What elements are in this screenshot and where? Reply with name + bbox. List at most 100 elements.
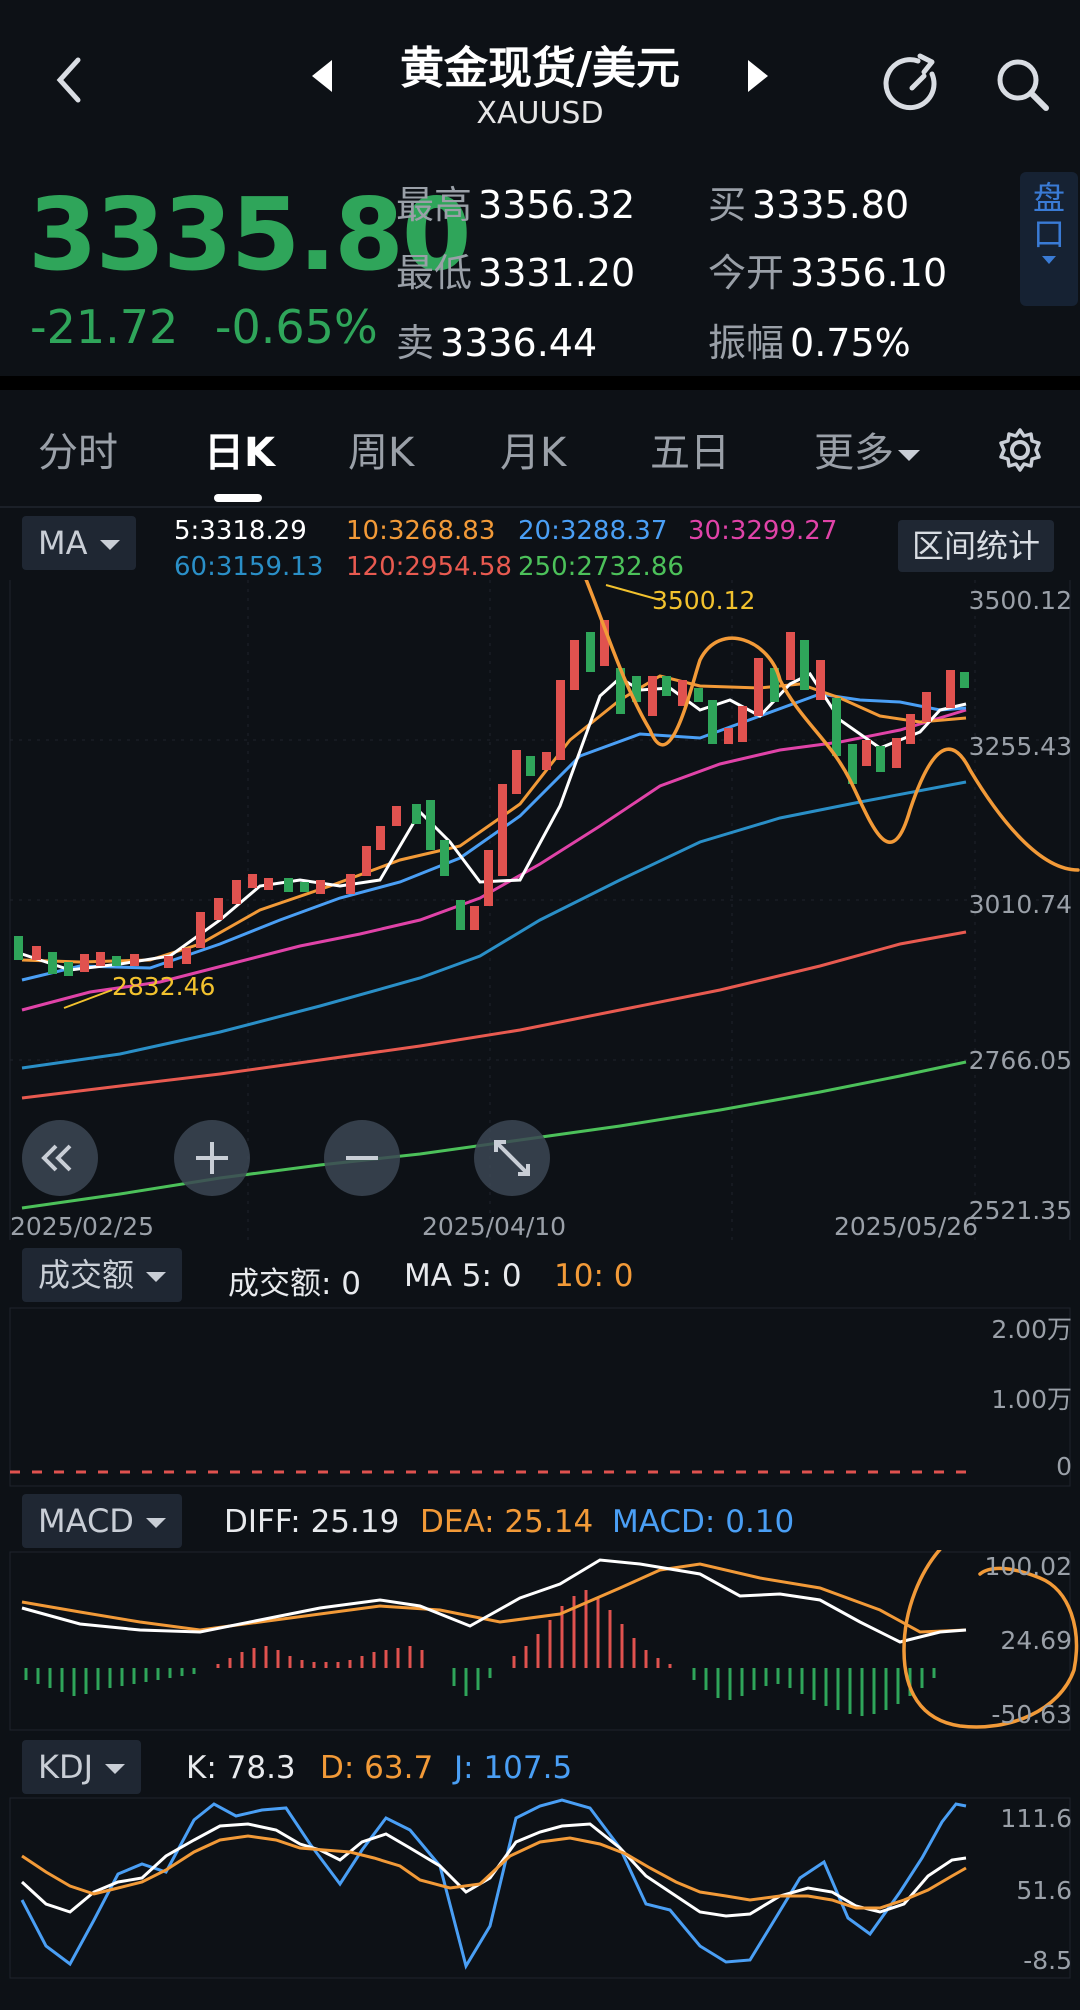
period-low-label: 2832.46	[112, 972, 216, 1001]
next-symbol-icon[interactable]	[748, 60, 768, 92]
macd-axis-label: -50.63	[991, 1700, 1072, 1729]
prev-symbol-icon[interactable]	[312, 60, 332, 92]
kdj-selector[interactable]: KDJ	[22, 1740, 142, 1794]
volume-selector[interactable]: 成交额	[22, 1248, 183, 1302]
kdj-k: K: 78.3	[186, 1750, 296, 1786]
kdj-d: D: 63.7	[320, 1750, 434, 1786]
caret-down-icon	[105, 1764, 126, 1774]
stat-buy: 买 3335.80	[708, 174, 909, 229]
caret-down-icon	[1042, 256, 1056, 264]
hand-drawn-annotation	[584, 580, 1080, 872]
volume-axis-label: 1.00万	[991, 1385, 1072, 1414]
macd-chart	[9, 1550, 1079, 1731]
volume-chart	[9, 1307, 1071, 1487]
expand-icon	[494, 1140, 530, 1176]
volume-selector-label: 成交额	[38, 1256, 135, 1294]
kdj-selector-label: KDJ	[38, 1748, 94, 1786]
ma-selector[interactable]: MA	[22, 516, 136, 570]
divider	[0, 376, 1080, 390]
tab-five-day[interactable]: 五日	[650, 420, 730, 478]
stat-amplitude-value: 0.75%	[790, 321, 911, 365]
ma60-line	[21, 780, 967, 1070]
ma250-value: 250:2732.86	[518, 552, 684, 582]
turnover-ma10: 10: 0	[554, 1258, 634, 1294]
tab-weekly-k[interactable]: 周K	[348, 420, 414, 478]
tab-monthly-k[interactable]: 月K	[500, 420, 566, 478]
macd-value: MACD: 0.10	[612, 1504, 795, 1540]
volume-axis-label: 2.00万	[991, 1315, 1072, 1344]
stat-low-label: 最低	[396, 251, 473, 295]
stat-amplitude-label: 振幅	[708, 321, 785, 365]
macd-selector[interactable]: MACD	[22, 1494, 182, 1548]
price-axis-label: 3255.43	[968, 732, 1072, 761]
minus-icon	[346, 1156, 378, 1160]
stat-amplitude: 振幅 0.75%	[708, 312, 911, 367]
settings-gear-icon[interactable]	[996, 426, 1044, 474]
macd-selector-label: MACD	[38, 1502, 134, 1540]
price-axis-label: 3500.12	[968, 586, 1072, 615]
zoom-out-button[interactable]	[324, 1120, 400, 1196]
stat-open: 今开 3356.10	[708, 242, 947, 297]
caret-down-icon	[145, 1518, 166, 1528]
change-value: -21.72	[30, 300, 179, 354]
kdj-axis-label: 51.6	[1016, 1876, 1072, 1905]
ma30-value: 30:3299.27	[688, 516, 838, 546]
stat-high-label: 最高	[396, 183, 473, 227]
range-stats-button[interactable]: 区间统计	[898, 520, 1055, 572]
price-axis-label: 2766.05	[968, 1046, 1072, 1075]
header-bar: 黄金现货/美元 XAUUSD	[0, 0, 1080, 160]
caret-down-icon	[146, 1272, 167, 1282]
macd-axis-label: 100.02	[984, 1552, 1072, 1581]
divider	[0, 506, 1080, 508]
macd-axis-label: 24.69	[1000, 1626, 1072, 1655]
symbol-code: XAUUSD	[476, 96, 604, 131]
ma60-value: 60:3159.13	[174, 552, 324, 582]
fullscreen-button[interactable]	[474, 1120, 550, 1196]
ma20-line	[21, 692, 967, 982]
date-axis-label: 2025/05/26	[834, 1212, 979, 1241]
caret-down-icon	[99, 540, 120, 550]
change-percent: -0.65%	[214, 300, 378, 354]
turnover-value: 成交额: 0	[228, 1266, 362, 1302]
ma10-value: 10:3268.83	[346, 516, 496, 546]
ma5-value: 5:3318.29	[174, 516, 307, 546]
scroll-left-button[interactable]	[22, 1120, 98, 1196]
tab-more[interactable]: 更多	[814, 420, 920, 478]
stat-open-value: 3356.10	[790, 251, 948, 295]
active-tab-indicator	[214, 494, 262, 502]
stat-open-label: 今开	[708, 251, 785, 295]
stat-low-value: 3331.20	[478, 251, 636, 295]
tab-intraday[interactable]: 分时	[38, 420, 118, 478]
date-axis-label: 2025/02/25	[10, 1212, 155, 1241]
double-chevron-left-icon	[41, 1144, 72, 1172]
date-axis-label: 2025/04/10	[422, 1212, 567, 1241]
macd-diff: DIFF: 25.19	[224, 1504, 400, 1540]
volume-axis-label: 0	[1056, 1452, 1072, 1481]
zoom-in-button[interactable]	[174, 1120, 250, 1196]
tab-more-label: 更多	[814, 430, 894, 476]
price-change: -21.72 -0.65%	[30, 300, 378, 354]
stat-high-value: 3356.32	[478, 183, 636, 227]
plus-icon	[196, 1142, 228, 1174]
macd-dea: DEA: 25.14	[420, 1504, 594, 1540]
kdj-chart	[9, 1797, 1071, 1979]
period-high-label: 3500.12	[652, 586, 756, 615]
candlesticks	[14, 620, 969, 976]
ma10-line	[21, 674, 967, 964]
stat-sell-value: 3336.44	[440, 321, 598, 365]
kdj-j: J: 107.5	[454, 1750, 573, 1786]
stat-low: 最低 3331.20	[396, 242, 635, 297]
refresh-icon[interactable]	[880, 52, 944, 116]
stat-high: 最高 3356.32	[396, 174, 635, 229]
ma20-value: 20:3288.37	[518, 516, 668, 546]
back-arrow-icon[interactable]	[50, 50, 90, 110]
kdj-axis-label: 111.6	[1000, 1804, 1072, 1833]
kdj-axis-label: -8.5	[1023, 1946, 1072, 1975]
stat-buy-label: 买	[708, 183, 747, 227]
stat-buy-value: 3335.80	[752, 183, 910, 227]
tab-daily-k[interactable]: 日K	[204, 420, 275, 478]
page-title: 黄金现货/美元	[399, 43, 681, 94]
order-book-label: 盘口	[1032, 179, 1065, 253]
search-icon[interactable]	[990, 52, 1054, 116]
order-book-toggle[interactable]: 盘口	[1020, 172, 1078, 306]
